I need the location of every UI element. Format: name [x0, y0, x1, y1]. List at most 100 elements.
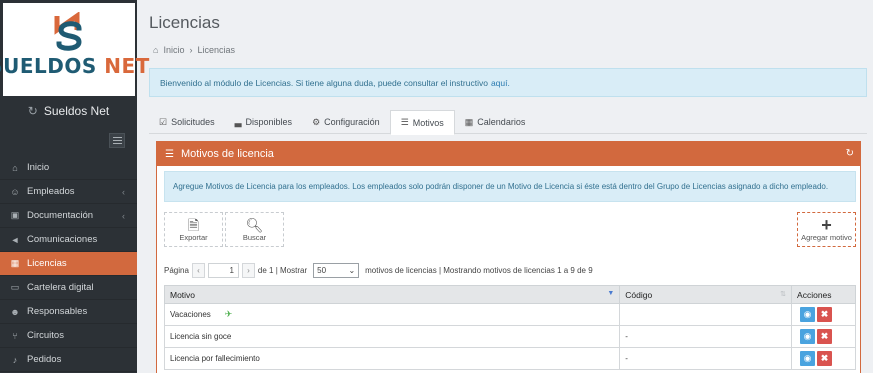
sidebar-menu: ⌂ Inicio ☺ Empleados ‹ ▣ Documentación ‹ ◄ Comuni… [0, 156, 137, 372]
home-icon: ⌂ [153, 45, 159, 55]
gear-icon: ⚙ [312, 116, 321, 127]
welcome-alert-text: Bienvenido al módulo de Licencias. Si ti… [160, 77, 488, 88]
board-icon: ▭ [10, 282, 20, 292]
next-page-button[interactable]: › [241, 262, 255, 278]
cell-acciones: ◉ ✖ [791, 347, 856, 370]
export-label: Exportar [179, 233, 208, 242]
breadcrumb-separator-icon: › [189, 45, 193, 55]
page-input[interactable]: 1 [207, 262, 239, 278]
cell-codigo [619, 303, 793, 326]
sort-icon: ⇅ [780, 291, 787, 298]
menu-toggle-button[interactable] [109, 133, 125, 148]
instructivo-link[interactable]: aquí. [491, 78, 510, 88]
branch-icon: ⑂ [12, 330, 18, 341]
view-icon[interactable]: ◉ [800, 329, 816, 344]
logo-text: SUELDOS NET [0, 54, 150, 78]
table-row[interactable]: Vacaciones ✈ ◉ ✖ [163, 303, 856, 326]
list-icon: ☰ [165, 148, 174, 160]
tab-label: Configuración [324, 117, 380, 127]
airplane-icon: ✈ [224, 309, 233, 319]
tab-label: Solicitudes [171, 117, 215, 127]
motivos-table: Motivo ▼ Código ⇅ Acciones Vacaciones ✈ ◉ ✖ Li… [163, 285, 856, 370]
view-icon[interactable]: ◉ [800, 307, 816, 322]
table-row[interactable]: Licencia por fallecimiento - ◉ ✖ [163, 347, 856, 370]
list-icon: ☰ [400, 117, 409, 127]
table-row[interactable]: Licencia sin goce - ◉ ✖ [163, 325, 856, 348]
sidebar-item-label: Pedidos [27, 354, 62, 365]
sidebar-item-responsables[interactable]: ☻ Responsables [0, 300, 137, 324]
sidebar-item-licencias[interactable]: ▦ Licencias [0, 252, 137, 276]
chevron-down-icon: ⌄ [348, 265, 356, 275]
tab-motivos[interactable]: ☰ Motivos [389, 110, 455, 135]
sidebar-item-label: Documentación [27, 210, 94, 221]
motivos-panel: ☰ Motivos de licencia ↻ Agregue Motivos … [156, 141, 861, 373]
sidebar-item-circuitos[interactable]: ⑂ Circuitos [0, 324, 137, 348]
breadcrumb: ⌂ Inicio › Licencias [153, 45, 235, 55]
bar-chart-icon: ▃ [234, 116, 242, 127]
logo-mark-icon [54, 12, 82, 51]
chevron-left-icon: ‹ [122, 186, 125, 197]
logo[interactable]: SUELDOS NET [0, 3, 149, 96]
sidebar-item-label: Inicio [27, 162, 50, 173]
excel-file-icon: 🗎 [187, 217, 200, 233]
sidebar-item-label: Empleados [27, 186, 75, 197]
delete-icon[interactable]: ✖ [817, 351, 833, 366]
calendar-icon: ▦ [10, 258, 20, 268]
tab-configuracion[interactable]: ⚙ Configuración [302, 110, 390, 134]
delete-icon[interactable]: ✖ [817, 307, 833, 322]
sidebar-item-label: Cartelera digital [27, 282, 94, 293]
refresh-icon[interactable]: ↻ [846, 148, 854, 159]
per-page-value: 50 [317, 265, 327, 275]
sidebar-item-comunicaciones[interactable]: ◄ Comunicaciones [0, 228, 137, 252]
delete-icon[interactable]: ✖ [817, 329, 833, 344]
add-motivo-button[interactable]: + Agregar motivo [797, 212, 856, 247]
sidebar-item-label: Responsables [27, 306, 88, 317]
cell-acciones: ◉ ✖ [791, 303, 856, 326]
tab-solicitudes[interactable]: ☑ Solicitudes [149, 110, 225, 134]
person-icon: ☻ [10, 306, 20, 317]
breadcrumb-current: Licencias [197, 45, 235, 55]
cell-acciones: ◉ ✖ [791, 325, 856, 348]
breadcrumb-home[interactable]: Inicio [163, 45, 184, 55]
column-motivo[interactable]: Motivo ▼ [163, 285, 621, 304]
prev-page-button[interactable]: ‹ [191, 262, 205, 278]
megaphone-icon: ◄ [10, 234, 20, 245]
cell-codigo: - [619, 347, 793, 370]
calendar-icon: ▦ [464, 116, 474, 127]
sidebar-item-inicio[interactable]: ⌂ Inicio [0, 156, 137, 180]
sync-icon: ↻ [27, 104, 38, 118]
panel-header: ☰ Motivos de licencia ↻ [157, 142, 860, 166]
tab-disponibles[interactable]: ▃ Disponibles [225, 110, 302, 134]
view-icon[interactable]: ◉ [800, 351, 816, 366]
sidebar-item-cartelera-digital[interactable]: ▭ Cartelera digital [0, 276, 137, 300]
sidebar-item-documentacion[interactable]: ▣ Documentación ‹ [0, 204, 137, 228]
export-button[interactable]: 🗎 Exportar [164, 212, 223, 247]
brand-name: ↻ Sueldos Net [0, 100, 137, 122]
tab-label: Disponibles [245, 117, 293, 127]
cell-codigo: - [619, 325, 793, 348]
column-codigo[interactable]: Código ⇅ [619, 285, 793, 304]
pager-summary: motivos de licencias | Mostrando motivos… [365, 265, 593, 275]
sidebar-item-label: Circuitos [27, 330, 64, 341]
page-title: Licencias [149, 13, 220, 32]
main-content: Licencias ⌂ Inicio › Licencias Bienvenid… [137, 0, 873, 373]
sidebar-item-pedidos[interactable]: ♪ Pedidos [0, 348, 137, 372]
pagination: Página ‹ 1 › de 1 | Mostrar 50 ⌄ motivos … [164, 262, 593, 278]
brand-label: Sueldos Net [43, 104, 110, 118]
table-header-row: Motivo ▼ Código ⇅ Acciones [163, 285, 856, 304]
sort-desc-icon: ▼ [607, 290, 615, 297]
search-button[interactable]: 🔍︎ Buscar [225, 212, 284, 247]
search-icon: 🔍︎ [245, 217, 264, 233]
column-acciones: Acciones [791, 285, 856, 304]
panel-info: Agregue Motivos de Licencia para los emp… [164, 171, 856, 202]
users-icon: ☺ [10, 186, 20, 197]
tab-calendarios[interactable]: ▦ Calendarios [455, 110, 536, 134]
chevron-left-icon: ‹ [122, 210, 125, 221]
cell-motivo: Licencia sin goce [163, 325, 621, 348]
folder-icon: ▣ [10, 210, 20, 220]
sidebar-item-label: Licencias [27, 258, 67, 269]
cell-motivo: Licencia por fallecimiento [163, 347, 621, 370]
sidebar-item-empleados[interactable]: ☺ Empleados ‹ [0, 180, 137, 204]
sidebar-item-label: Comunicaciones [27, 234, 98, 245]
per-page-select[interactable]: 50 ⌄ [313, 262, 360, 278]
